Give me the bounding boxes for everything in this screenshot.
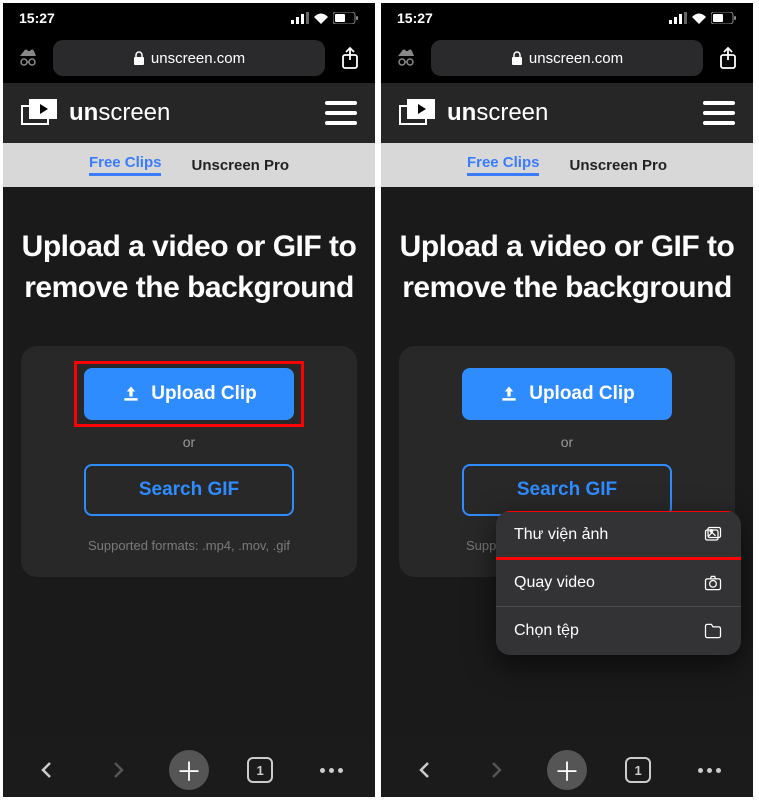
logo[interactable]: unscreen (21, 99, 170, 127)
upload-clip-button[interactable]: Upload Clip (84, 368, 294, 420)
menu-button[interactable] (325, 101, 357, 125)
main-content: Upload a video or GIF to remove the back… (381, 187, 753, 743)
headline: Upload a video or GIF to remove the back… (399, 227, 735, 308)
new-tab-button[interactable]: ＋ (169, 750, 209, 790)
lock-icon (133, 51, 145, 65)
clock: 15:27 (19, 10, 55, 26)
menu-button[interactable] (703, 101, 735, 125)
upload-icon (121, 384, 141, 404)
tab-free-clips[interactable]: Free Clips (89, 154, 162, 176)
url-bar: unscreen.com (381, 33, 753, 83)
lock-icon (511, 51, 523, 65)
browser-bottom-nav: ＋ 1 (381, 743, 753, 797)
search-gif-button[interactable]: Search GIF (462, 464, 672, 516)
cellular-icon (291, 12, 309, 24)
url-text: unscreen.com (151, 50, 245, 67)
supported-formats: Supported formats: .mp4, .mov, .gif (88, 538, 290, 553)
top-tabs: Free Clips Unscreen Pro (3, 143, 375, 187)
back-button[interactable] (27, 750, 67, 790)
wifi-icon (313, 12, 329, 24)
url-text: unscreen.com (529, 50, 623, 67)
status-bar: 15:27 (381, 3, 753, 33)
brand-text: unscreen (447, 99, 548, 127)
clock: 15:27 (397, 10, 433, 26)
url-display[interactable]: unscreen.com (431, 40, 703, 76)
more-button[interactable] (689, 750, 729, 790)
battery-icon (711, 12, 737, 24)
search-gif-button[interactable]: Search GIF (84, 464, 294, 516)
upload-icon (499, 384, 519, 404)
battery-icon (333, 12, 359, 24)
upload-clip-button[interactable]: Upload Clip (462, 368, 672, 420)
tab-free-clips[interactable]: Free Clips (467, 154, 540, 176)
forward-button[interactable] (476, 750, 516, 790)
logo[interactable]: unscreen (399, 99, 548, 127)
back-button[interactable] (405, 750, 445, 790)
camera-icon (703, 573, 723, 593)
popup-item-gallery[interactable]: Thư viện ảnh (496, 511, 741, 559)
or-label: or (183, 434, 195, 450)
tab-unscreen-pro[interactable]: Unscreen Pro (569, 157, 667, 174)
share-button[interactable] (713, 46, 743, 70)
logo-icon (21, 99, 59, 127)
new-tab-button[interactable]: ＋ (547, 750, 587, 790)
forward-button[interactable] (98, 750, 138, 790)
tabs-button[interactable]: 1 (618, 750, 658, 790)
cellular-icon (669, 12, 687, 24)
status-icons (291, 12, 359, 24)
gallery-icon (703, 525, 723, 545)
upload-card: Upload Clip or Search GIF Supported form… (21, 346, 357, 577)
popup-item-record-video[interactable]: Quay video (496, 559, 741, 607)
phone-left: 15:27 unscreen.com unscreen Free C (3, 3, 375, 797)
site-header: unscreen (3, 83, 375, 143)
phone-right: 15:27 unscreen.com unscreen Free C (381, 3, 753, 797)
brand-text: unscreen (69, 99, 170, 127)
wifi-icon (691, 12, 707, 24)
status-bar: 15:27 (3, 3, 375, 33)
folder-icon (703, 621, 723, 641)
status-icons (669, 12, 737, 24)
url-display[interactable]: unscreen.com (53, 40, 325, 76)
tabs-button[interactable]: 1 (240, 750, 280, 790)
incognito-icon[interactable] (391, 46, 421, 70)
incognito-icon[interactable] (13, 46, 43, 70)
file-source-popup: Thư viện ảnh Quay video Chọn tệp (496, 511, 741, 655)
site-header: unscreen (381, 83, 753, 143)
share-button[interactable] (335, 46, 365, 70)
main-content: Upload a video or GIF to remove the back… (3, 187, 375, 743)
headline: Upload a video or GIF to remove the back… (21, 227, 357, 308)
or-label: or (561, 434, 573, 450)
url-bar: unscreen.com (3, 33, 375, 83)
tab-unscreen-pro[interactable]: Unscreen Pro (191, 157, 289, 174)
more-button[interactable] (311, 750, 351, 790)
browser-bottom-nav: ＋ 1 (3, 743, 375, 797)
popup-item-choose-file[interactable]: Chọn tệp (496, 607, 741, 655)
logo-icon (399, 99, 437, 127)
top-tabs: Free Clips Unscreen Pro (381, 143, 753, 187)
